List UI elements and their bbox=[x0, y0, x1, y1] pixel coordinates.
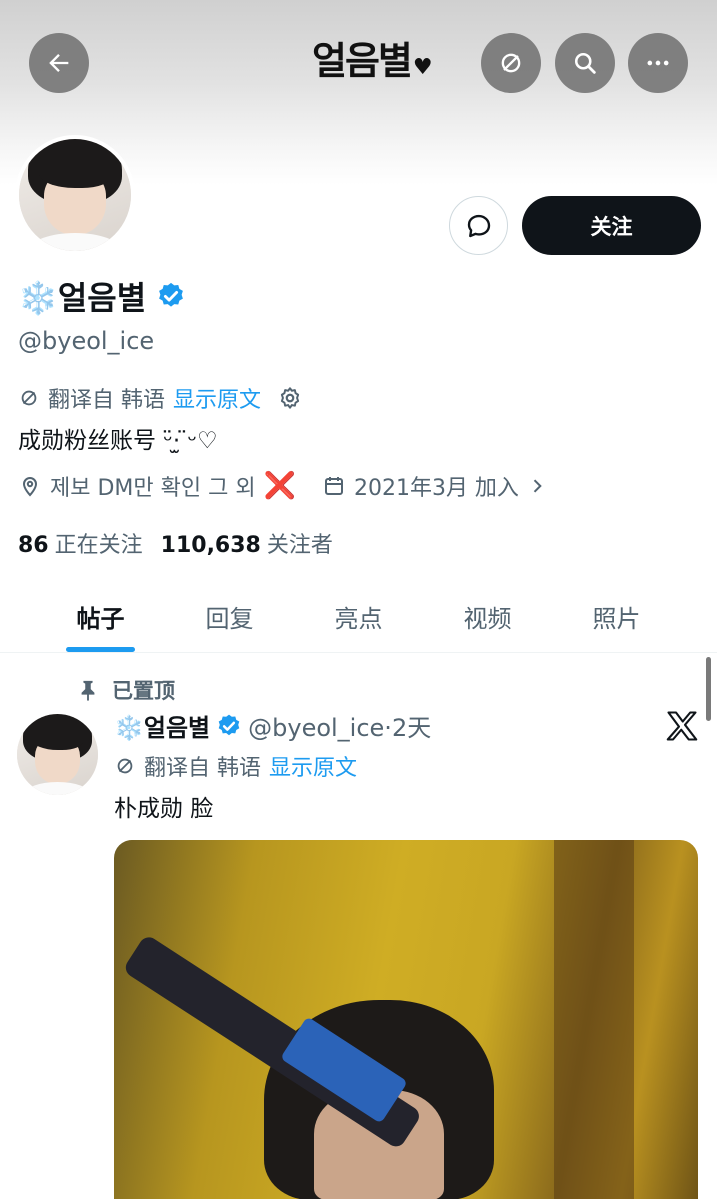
verified-badge-icon bbox=[218, 714, 240, 735]
post-avatar[interactable] bbox=[17, 714, 98, 795]
search-button[interactable] bbox=[555, 33, 615, 93]
profile-avatar[interactable] bbox=[15, 135, 135, 255]
joined-item[interactable]: 2021年3月 加入 bbox=[322, 470, 547, 502]
arrow-left-icon bbox=[49, 54, 69, 72]
scrollbar[interactable] bbox=[706, 657, 711, 721]
chevron-right-icon bbox=[533, 479, 542, 493]
pin-icon bbox=[81, 680, 95, 701]
display-name: ❄️얼음별 bbox=[18, 273, 186, 319]
follow-stats: 86 正在关注 110,638 关注者 bbox=[18, 527, 333, 559]
post-author-name[interactable]: ❄️얼음별 bbox=[114, 708, 210, 743]
search-icon bbox=[574, 52, 596, 74]
tab-replies[interactable]: 回复 bbox=[165, 580, 294, 652]
post-header: ❄️얼음별 @byeol_ice·2天 bbox=[114, 708, 431, 743]
profile-bio: 成勋粉丝账号 ᵕ̈·̫ ̈ᵕ♡ bbox=[18, 428, 218, 454]
post-show-original-link[interactable]: 显示原文 bbox=[269, 750, 357, 782]
post-text: 朴成勋 脸 bbox=[114, 796, 214, 822]
translate-label: 翻译自 韩语 bbox=[48, 388, 165, 413]
more-button[interactable] bbox=[628, 33, 688, 93]
location-pin-icon bbox=[22, 477, 38, 497]
pinned-label: 已置顶 bbox=[78, 675, 175, 705]
x-logo-icon[interactable] bbox=[664, 708, 700, 744]
tab-highlights[interactable]: 亮点 bbox=[294, 580, 423, 652]
translate-button[interactable] bbox=[481, 33, 541, 93]
calendar-icon bbox=[324, 477, 343, 495]
red-x-emoji: ❌ bbox=[263, 471, 296, 501]
tab-posts[interactable]: 帖子 bbox=[36, 580, 165, 652]
profile-meta-row: 제보 DM만 확인 그 외 ❌ 2021年3月 加入 bbox=[18, 470, 547, 502]
post-handle-time: @byeol_ice·2天 bbox=[248, 714, 432, 742]
profile-handle: @byeol_ice bbox=[18, 327, 155, 355]
show-original-link[interactable]: 显示原文 bbox=[173, 382, 261, 414]
profile-tabs: 帖子 回复 亮点 视频 照片 bbox=[0, 580, 717, 653]
translate-icon bbox=[21, 390, 37, 406]
follow-button[interactable]: 关注 bbox=[522, 196, 701, 255]
translate-icon bbox=[117, 758, 133, 774]
message-icon bbox=[467, 214, 490, 237]
post-translate-row: 翻译自 韩语 显示原文 bbox=[114, 750, 357, 782]
message-button[interactable] bbox=[449, 196, 508, 255]
tab-photos[interactable]: 照片 bbox=[552, 580, 681, 652]
gear-icon[interactable] bbox=[277, 385, 303, 411]
back-button[interactable] bbox=[29, 33, 89, 93]
verified-badge-icon bbox=[159, 282, 184, 307]
translate-icon bbox=[501, 53, 521, 73]
more-icon bbox=[647, 60, 669, 66]
location-item: 제보 DM만 확인 그 외 ❌ bbox=[18, 470, 296, 502]
following-stat[interactable]: 86 正在关注 bbox=[18, 527, 143, 559]
bio-translate-row: 翻译自 韩语 显示原文 bbox=[18, 382, 303, 414]
followers-stat[interactable]: 110,638 关注者 bbox=[161, 527, 333, 559]
tab-videos[interactable]: 视频 bbox=[423, 580, 552, 652]
banner-logo: 얼음별♥ bbox=[312, 38, 433, 83]
post-image[interactable] bbox=[114, 840, 698, 1199]
